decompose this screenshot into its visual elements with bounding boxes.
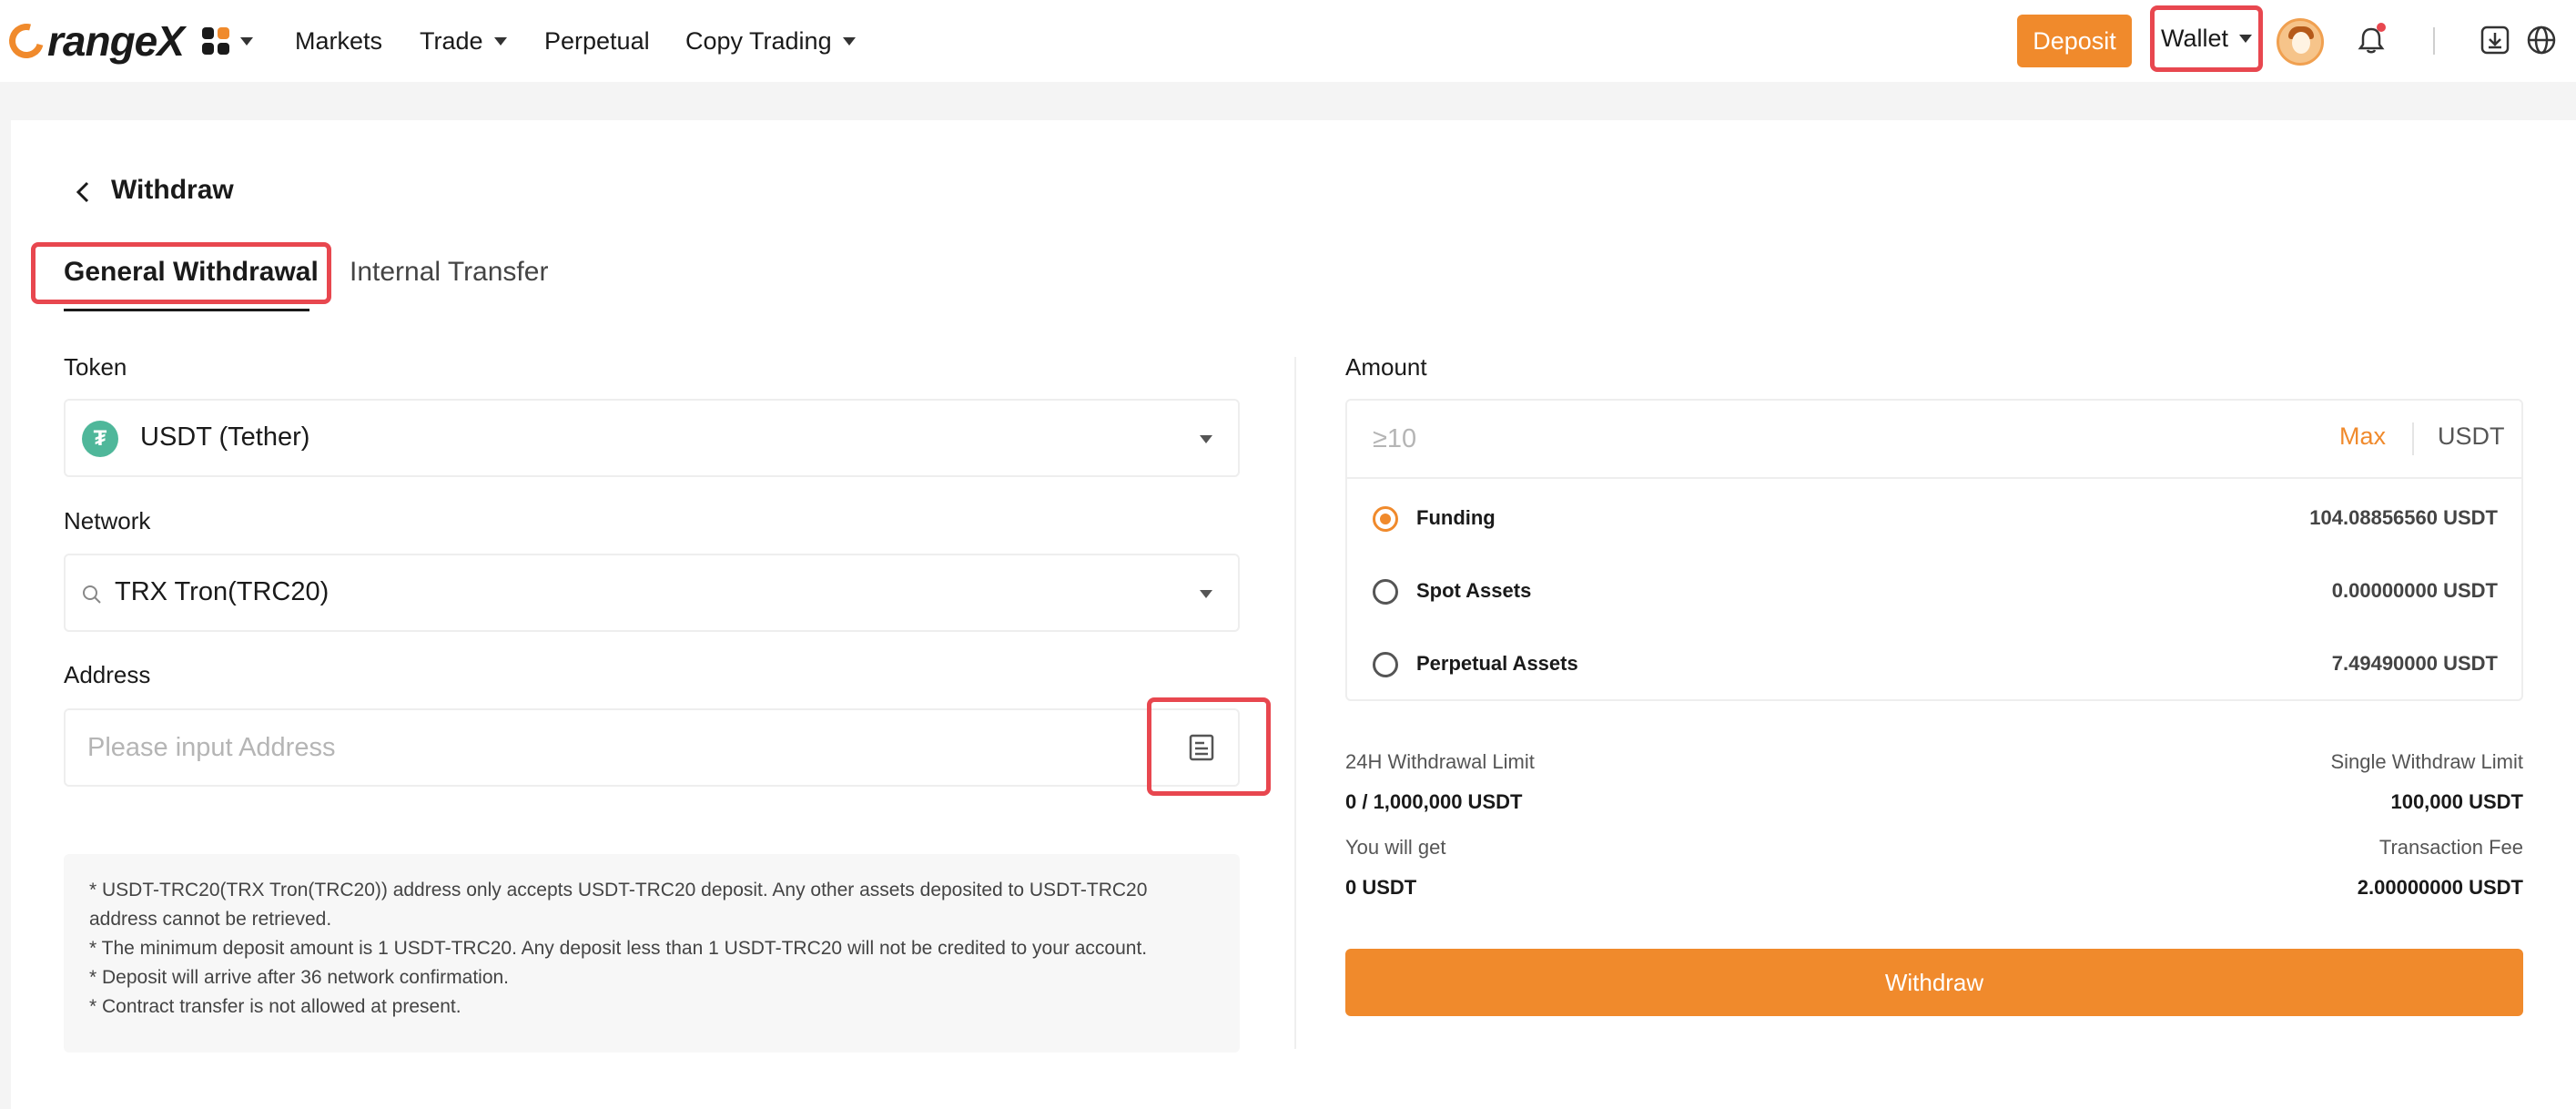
download-icon[interactable] [2477, 22, 2513, 58]
active-tab-indicator [64, 309, 309, 311]
logo-text: rangeX [47, 17, 185, 65]
single-limit-value: 100,000 USDT [2390, 790, 2523, 813]
address-field[interactable] [64, 708, 1240, 787]
address-label: Address [64, 661, 151, 688]
source-option-perpetual-assets[interactable]: Perpetual Assets 7.49490000 USDT [1373, 634, 2498, 697]
note-line: * USDT-TRC20(TRX Tron(TRC20)) address on… [89, 880, 1148, 930]
note-line: * The minimum deposit amount is 1 USDT-T… [89, 938, 1148, 959]
amount-unit: USDT [2438, 422, 2505, 450]
nav-copy-trading[interactable]: Copy Trading [685, 0, 856, 82]
transaction-fee-value: 2.00000000 USDT [2357, 876, 2523, 899]
network-label: Network [64, 507, 151, 534]
apps-menu-button[interactable] [202, 27, 253, 55]
deposit-button[interactable]: Deposit [2017, 15, 2132, 67]
source-name: Funding [1416, 506, 1496, 529]
amount-field[interactable]: Max USDT [1347, 401, 2521, 479]
address-input[interactable] [87, 710, 1089, 785]
tab-internal-transfer[interactable]: Internal Transfer [350, 257, 548, 288]
source-balance: 104.08856560 USDT [2309, 506, 2498, 529]
wallet-menu-button[interactable]: Wallet [2150, 5, 2263, 72]
source-name: Spot Assets [1416, 579, 1532, 602]
token-value: USDT (Tether) [140, 422, 310, 452]
chevron-down-icon [240, 36, 253, 46]
user-avatar[interactable] [2277, 18, 2324, 66]
nav-markets[interactable]: Markets [295, 0, 382, 82]
token-label: Token [64, 353, 127, 381]
single-limit-label: Single Withdraw Limit [2330, 750, 2523, 773]
source-name: Perpetual Assets [1416, 652, 1578, 675]
search-icon [83, 585, 101, 604]
address-book-icon [1189, 734, 1214, 761]
back-arrow-icon[interactable] [73, 180, 93, 204]
you-will-get-label: You will get [1345, 836, 1446, 859]
amount-label: Amount [1345, 353, 1427, 381]
amount-divider [2412, 422, 2414, 455]
column-divider [1294, 357, 1296, 1049]
nav-perpetual[interactable]: Perpetual [544, 0, 650, 82]
you-will-get-value: 0 USDT [1345, 876, 1417, 899]
apps-grid-icon [202, 27, 229, 55]
amount-card: Max USDT Funding 104.08856560 USDT Spot … [1345, 399, 2523, 701]
chevron-down-icon [1200, 435, 1212, 443]
top-navigation-bar: rangeX Markets Trade Perpetual Copy Trad… [0, 0, 2576, 82]
radio-unselected[interactable] [1373, 652, 1398, 677]
header-divider [2433, 27, 2435, 55]
chevron-down-icon [842, 36, 856, 46]
network-value: TRX Tron(TRC20) [115, 577, 330, 606]
chevron-down-icon [1200, 590, 1212, 598]
source-option-funding[interactable]: Funding 104.08856560 USDT [1373, 488, 2498, 552]
tether-icon: ₮ [82, 421, 118, 457]
globe-icon[interactable] [2523, 22, 2560, 58]
deposit-notes: * USDT-TRC20(TRX Tron(TRC20)) address on… [64, 854, 1240, 1053]
withdraw-button[interactable]: Withdraw [1345, 949, 2523, 1016]
tab-general-withdrawal[interactable]: General Withdrawal [64, 257, 319, 288]
network-select[interactable]: TRX Tron(TRC20) [64, 554, 1240, 632]
amount-input[interactable] [1373, 401, 2192, 477]
chevron-down-icon [2239, 35, 2252, 43]
radio-selected[interactable] [1373, 506, 1398, 532]
limit-24h-label: 24H Withdrawal Limit [1345, 750, 1535, 773]
source-option-spot-assets[interactable]: Spot Assets 0.00000000 USDT [1373, 561, 2498, 625]
orangex-logo[interactable]: rangeX [3, 15, 185, 67]
nav-trade[interactable]: Trade [420, 0, 507, 82]
transaction-fee-label: Transaction Fee [2378, 836, 2523, 859]
chevron-down-icon [493, 36, 507, 46]
page-title: Withdraw [111, 175, 234, 205]
note-line: * Contract transfer is not allowed at pr… [89, 996, 461, 1017]
note-line: * Deposit will arrive after 36 network c… [89, 967, 510, 988]
logo-ring-icon [3, 17, 50, 65]
token-select[interactable]: ₮ USDT (Tether) [64, 399, 1240, 477]
address-book-button[interactable] [1147, 697, 1271, 796]
max-button[interactable]: Max [2339, 422, 2386, 451]
bell-icon[interactable] [2353, 22, 2389, 58]
source-balance: 7.49490000 USDT [2331, 652, 2498, 675]
limit-24h-value: 0 / 1,000,000 USDT [1345, 790, 1523, 813]
radio-unselected[interactable] [1373, 579, 1398, 605]
source-balance: 0.00000000 USDT [2331, 579, 2498, 602]
